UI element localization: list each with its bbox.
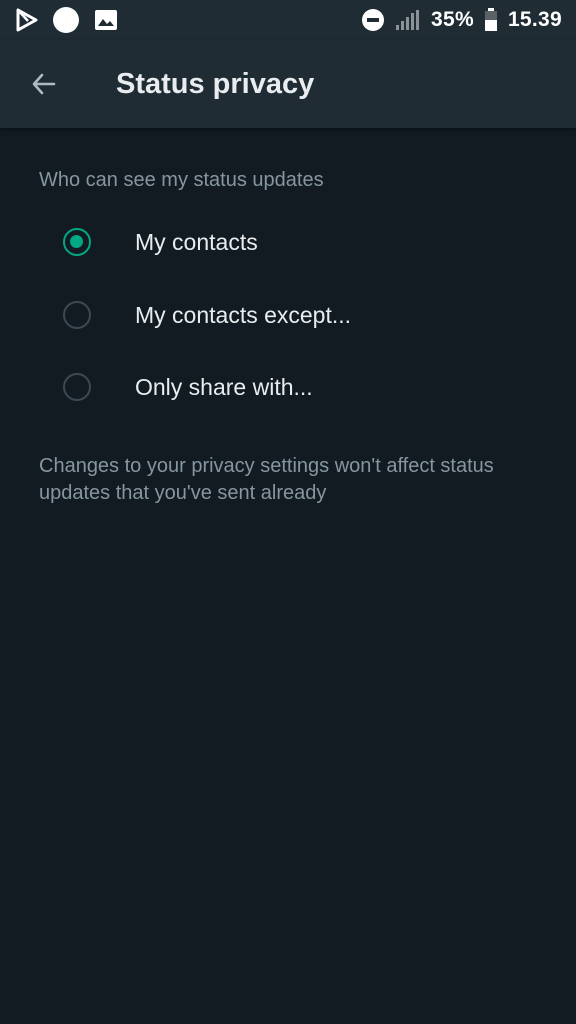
radio-unchecked[interactable]	[63, 373, 91, 401]
screen: 35% 15.39 Status privacy Who can see my …	[0, 0, 576, 1024]
status-bar-system: 35% 15.39	[361, 6, 562, 34]
option-my-contacts-except[interactable]: My contacts except...	[0, 285, 576, 349]
battery-percent: 35%	[431, 8, 474, 31]
privacy-note: Changes to your privacy settings won't a…	[39, 455, 494, 504]
play-store-icon	[16, 8, 38, 32]
app-bar: Status privacy	[0, 40, 576, 128]
radio-unchecked[interactable]	[63, 301, 91, 329]
option-label: My contacts except...	[135, 302, 352, 328]
status-bar-notifications	[16, 6, 118, 34]
image-icon	[94, 9, 118, 31]
signal-icon	[395, 9, 421, 31]
radio-dot	[70, 235, 83, 248]
option-label: My contacts	[135, 229, 258, 255]
status-bar: 35% 15.39	[0, 0, 576, 40]
section-title: Who can see my status updates	[39, 169, 324, 191]
page-title: Status privacy	[116, 68, 315, 100]
do-not-disturb-icon	[361, 8, 385, 32]
option-only-share-with[interactable]: Only share with...	[0, 357, 576, 421]
clock: 15.39	[507, 8, 562, 31]
radio-checked[interactable]	[63, 228, 91, 256]
back-button[interactable]	[20, 60, 68, 108]
option-label: Only share with...	[135, 374, 313, 400]
battery-icon	[484, 8, 498, 32]
circle-notification-icon	[52, 6, 80, 34]
arrow-left-icon	[30, 70, 58, 98]
option-my-contacts[interactable]: My contacts	[0, 212, 576, 276]
